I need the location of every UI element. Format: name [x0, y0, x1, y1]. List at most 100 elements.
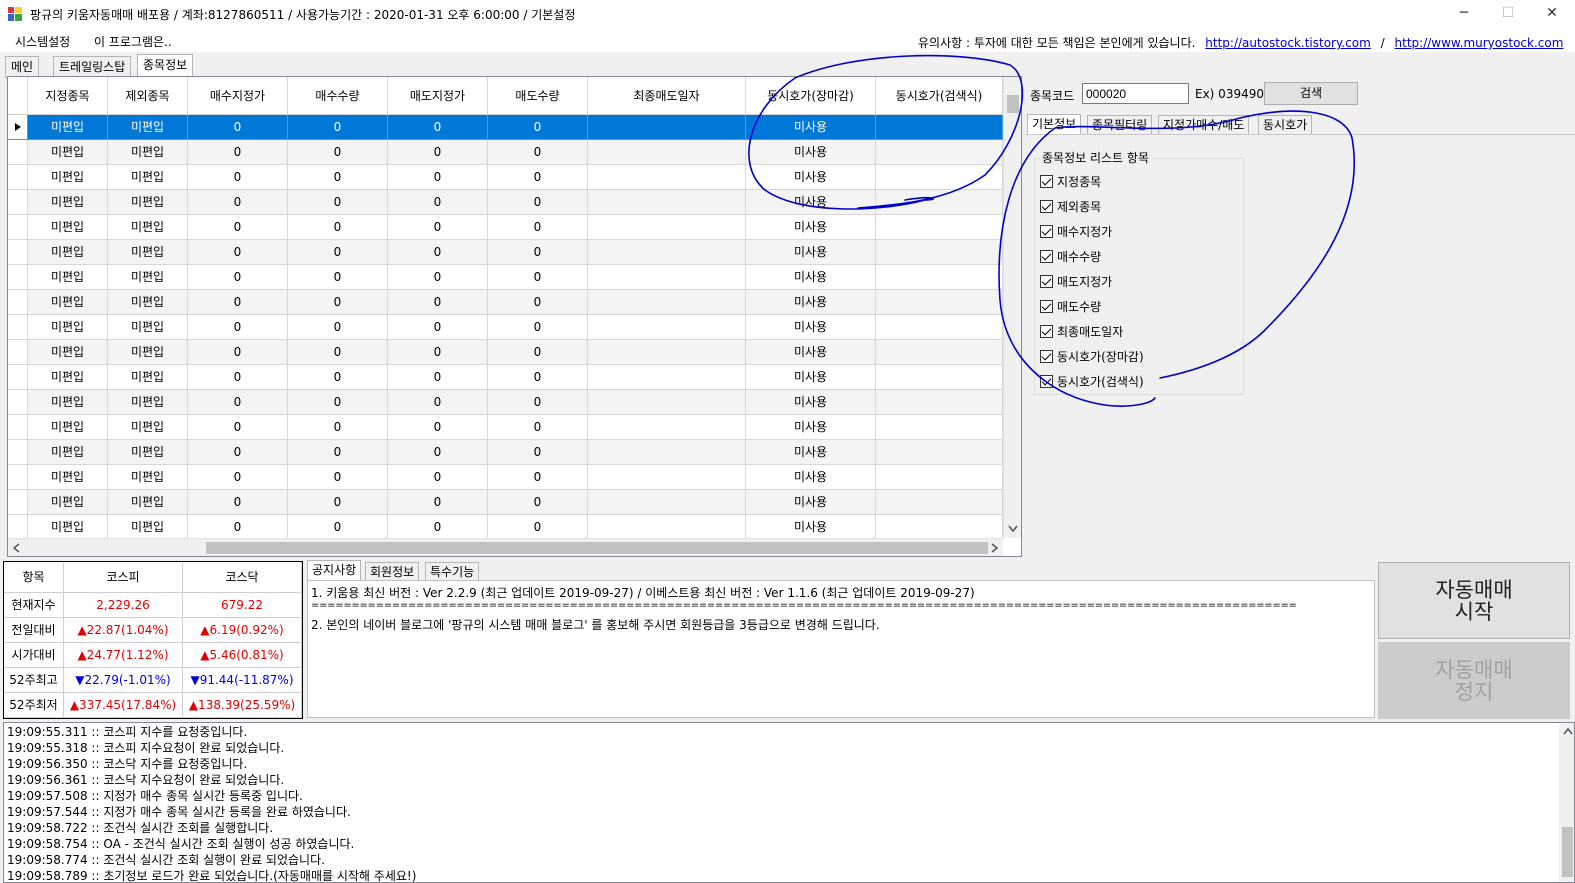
list-item-checkbox[interactable]: 동시호가(장마감) — [1040, 348, 1144, 365]
table-cell[interactable] — [588, 440, 746, 465]
checkbox-checked-icon[interactable] — [1040, 300, 1053, 313]
table-cell[interactable]: 미편입 — [28, 315, 108, 340]
table-cell[interactable] — [876, 315, 1003, 340]
table-cell[interactable]: 미편입 — [108, 165, 188, 190]
row-header[interactable] — [8, 140, 28, 165]
table-cell[interactable] — [876, 440, 1003, 465]
table-cell[interactable]: 미편입 — [28, 365, 108, 390]
table-cell[interactable]: 미사용 — [746, 390, 876, 415]
log-scroll-thumb[interactable] — [1562, 827, 1573, 877]
table-cell[interactable] — [876, 340, 1003, 365]
row-header[interactable] — [8, 165, 28, 190]
table-cell[interactable] — [588, 365, 746, 390]
list-item-checkbox[interactable]: 매수지정가 — [1040, 223, 1112, 240]
table-cell[interactable]: 미편입 — [28, 340, 108, 365]
table-cell[interactable] — [588, 515, 746, 540]
table-cell[interactable]: 0 — [288, 265, 388, 290]
table-cell[interactable]: 0 — [388, 465, 488, 490]
table-cell[interactable]: 0 — [388, 165, 488, 190]
row-header[interactable] — [8, 215, 28, 240]
table-cell[interactable]: 미사용 — [746, 215, 876, 240]
row-header[interactable] — [8, 340, 28, 365]
table-cell[interactable] — [588, 415, 746, 440]
table-cell[interactable]: 0 — [188, 315, 288, 340]
table-row[interactable]: 미편입 미편입 0 0 0 0 미사용 — [8, 215, 1003, 240]
minimize-button[interactable]: ─ — [1441, 0, 1487, 28]
checkbox-checked-icon[interactable] — [1040, 375, 1053, 388]
tab-stock-info[interactable]: 종목정보 — [137, 54, 194, 78]
table-cell[interactable]: 0 — [188, 190, 288, 215]
table-cell[interactable]: 0 — [288, 465, 388, 490]
chevron-right-icon[interactable] — [991, 543, 999, 553]
row-header[interactable] — [8, 265, 28, 290]
subtab-stock-filter[interactable]: 종목필터링 — [1087, 115, 1153, 135]
table-cell[interactable]: 미사용 — [746, 165, 876, 190]
row-header[interactable] — [8, 415, 28, 440]
table-cell[interactable]: 미편입 — [28, 115, 108, 140]
table-cell[interactable]: 미편입 — [108, 365, 188, 390]
row-header[interactable] — [8, 440, 28, 465]
row-header[interactable] — [8, 390, 28, 415]
table-cell[interactable]: 0 — [488, 440, 588, 465]
table-cell[interactable] — [588, 290, 746, 315]
table-cell[interactable]: 0 — [188, 415, 288, 440]
table-cell[interactable]: 0 — [488, 165, 588, 190]
table-cell[interactable]: 0 — [288, 290, 388, 315]
column-header[interactable]: 동시호가(검색식) — [876, 77, 1003, 115]
table-cell[interactable] — [876, 365, 1003, 390]
table-cell[interactable]: 0 — [488, 115, 588, 140]
checkbox-checked-icon[interactable] — [1040, 200, 1053, 213]
menu-system-settings[interactable]: 시스템설정 — [15, 33, 70, 50]
table-cell[interactable]: 미편입 — [28, 215, 108, 240]
table-cell[interactable]: 미편입 — [108, 515, 188, 540]
table-cell[interactable]: 미편입 — [28, 440, 108, 465]
column-header[interactable]: 지정종목 — [28, 77, 108, 115]
table-row[interactable]: 미편입 미편입 0 0 0 0 미사용 — [8, 490, 1003, 515]
table-cell[interactable] — [876, 390, 1003, 415]
tab-member-info[interactable]: 회원정보 — [365, 562, 420, 582]
table-cell[interactable]: 미사용 — [746, 265, 876, 290]
table-cell[interactable]: 0 — [488, 265, 588, 290]
table-cell[interactable]: 0 — [488, 140, 588, 165]
log-panel[interactable]: 19:09:55.311 :: 코스피 지수를 요청중입니다. 19:09:55.… — [3, 722, 1575, 883]
row-header[interactable] — [8, 365, 28, 390]
table-cell[interactable]: 0 — [188, 140, 288, 165]
subtab-basic-info[interactable]: 기본정보 — [1027, 114, 1082, 134]
checkbox-checked-icon[interactable] — [1040, 250, 1053, 263]
column-header[interactable]: 매도지정가 — [388, 77, 488, 115]
checkbox-checked-icon[interactable] — [1040, 175, 1053, 188]
table-cell[interactable]: 미편입 — [28, 190, 108, 215]
close-button[interactable]: ✕ — [1529, 0, 1575, 28]
table-cell[interactable] — [876, 465, 1003, 490]
table-cell[interactable]: 0 — [288, 115, 388, 140]
column-header[interactable]: 매수수량 — [288, 77, 388, 115]
table-cell[interactable]: 미편입 — [108, 390, 188, 415]
table-row[interactable]: 미편입 미편입 0 0 0 0 미사용 — [8, 240, 1003, 265]
checkbox-checked-icon[interactable] — [1040, 350, 1053, 363]
table-cell[interactable]: 0 — [288, 340, 388, 365]
table-cell[interactable]: 0 — [388, 415, 488, 440]
table-cell[interactable]: 미사용 — [746, 290, 876, 315]
table-cell[interactable] — [588, 190, 746, 215]
table-cell[interactable]: 0 — [388, 265, 488, 290]
table-cell[interactable] — [876, 190, 1003, 215]
table-cell[interactable] — [876, 115, 1003, 140]
table-cell[interactable] — [588, 140, 746, 165]
table-cell[interactable]: 0 — [188, 165, 288, 190]
row-header[interactable] — [8, 240, 28, 265]
table-cell[interactable]: 0 — [188, 340, 288, 365]
table-cell[interactable]: 미편입 — [28, 165, 108, 190]
table-cell[interactable]: 미편입 — [108, 190, 188, 215]
list-item-checkbox[interactable]: 매도수량 — [1040, 298, 1101, 315]
row-header[interactable] — [8, 290, 28, 315]
table-cell[interactable]: 미편입 — [28, 415, 108, 440]
tab-special-features[interactable]: 특수기능 — [425, 562, 480, 582]
maximize-button[interactable]: ☐ — [1485, 0, 1531, 28]
table-cell[interactable]: 0 — [488, 240, 588, 265]
table-cell[interactable]: 미편입 — [108, 115, 188, 140]
table-cell[interactable] — [876, 290, 1003, 315]
tab-main[interactable]: 메인 — [5, 56, 40, 78]
table-cell[interactable]: 0 — [288, 415, 388, 440]
table-cell[interactable]: 0 — [288, 215, 388, 240]
table-row[interactable]: 미편입 미편입 0 0 0 0 미사용 — [8, 340, 1003, 365]
